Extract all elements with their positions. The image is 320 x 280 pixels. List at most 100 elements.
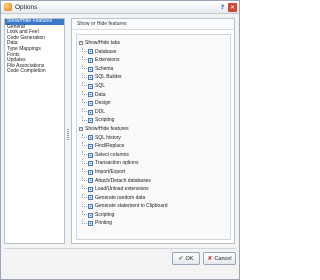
tree-connector-line bbox=[82, 142, 87, 147]
nav-item[interactable]: Code Completion bbox=[5, 69, 64, 75]
ok-button[interactable]: ✔ OK bbox=[172, 252, 200, 265]
feature-checkbox[interactable] bbox=[88, 92, 93, 98]
feature-checkbox[interactable] bbox=[88, 118, 93, 124]
feature-option-row[interactable]: Scripting bbox=[77, 116, 230, 125]
feature-option-label: Database bbox=[95, 48, 117, 55]
feature-option-row[interactable]: Load/Unload extensions bbox=[77, 185, 230, 194]
feature-option-row[interactable]: Data bbox=[77, 90, 230, 100]
features-tree: − Show/Hide tabs Database Extensions Schema S… bbox=[77, 39, 230, 228]
help-button[interactable]: ? bbox=[218, 3, 227, 12]
feature-option-label: SQL history bbox=[95, 134, 121, 141]
feature-checkbox[interactable] bbox=[88, 178, 93, 184]
collapse-toggle-icon[interactable]: − bbox=[79, 127, 83, 132]
tree-connector-line bbox=[82, 81, 87, 87]
feature-option-row[interactable]: Schema bbox=[77, 64, 230, 74]
feature-checkbox[interactable] bbox=[88, 66, 93, 72]
tree-connector-line bbox=[82, 73, 87, 78]
feature-option-label: SQL bbox=[95, 82, 106, 89]
feature-option-row[interactable]: Design bbox=[77, 99, 230, 108]
features-group-box: − Show/Hide tabs Database Extensions Schema S… bbox=[76, 34, 231, 240]
feature-option-row[interactable]: Generate random data bbox=[77, 193, 230, 203]
feature-checkbox[interactable] bbox=[88, 221, 93, 227]
title-bar[interactable]: Options ? ✕ bbox=[1, 1, 239, 14]
tree-connector-line bbox=[82, 210, 87, 216]
feature-option-label: Scripting bbox=[95, 211, 115, 218]
feature-option-label: Generate statement to Clipboard bbox=[95, 203, 168, 210]
feature-option-label: Extensions bbox=[95, 57, 120, 64]
feature-option-row[interactable]: Database bbox=[77, 47, 230, 57]
tree-connector-line bbox=[82, 116, 87, 121]
close-button[interactable]: ✕ bbox=[228, 3, 237, 12]
feature-option-row[interactable]: Find/Replace bbox=[77, 142, 230, 151]
feature-checkbox[interactable] bbox=[88, 143, 93, 149]
tree-connector-line bbox=[82, 47, 87, 52]
feature-option-label: Transaction options bbox=[95, 160, 139, 167]
feature-option-label: Scripting bbox=[95, 117, 115, 124]
tree-group-row[interactable]: − Show/Hide tabs bbox=[77, 39, 230, 48]
feature-option-label: Attach/Detach databases bbox=[95, 177, 151, 184]
feature-option-label: Select columns bbox=[95, 151, 129, 158]
feature-checkbox[interactable] bbox=[88, 57, 93, 63]
tree-group-row[interactable]: − Show/Hide features bbox=[77, 125, 230, 134]
feature-option-row[interactable]: Transaction options bbox=[77, 159, 230, 168]
feature-checkbox[interactable] bbox=[88, 161, 93, 167]
feature-option-label: Design bbox=[95, 100, 111, 107]
tree-connector-line bbox=[82, 56, 87, 61]
feature-option-row[interactable]: DDL bbox=[77, 107, 230, 117]
feature-checkbox[interactable] bbox=[88, 109, 93, 115]
cancel-button[interactable]: ✘ Cancel bbox=[203, 252, 236, 265]
options-window: Options ? ✕ Show/Hide Features General Loo… bbox=[0, 0, 240, 280]
content-header: Show or Hide features bbox=[72, 19, 234, 30]
feature-checkbox[interactable] bbox=[88, 169, 93, 175]
collapse-toggle-icon[interactable]: − bbox=[79, 41, 83, 46]
feature-checkbox[interactable] bbox=[88, 49, 93, 55]
tree-group-label: Show/Hide features bbox=[85, 125, 129, 132]
feature-option-row[interactable]: Printing bbox=[77, 219, 230, 228]
ok-button-label: OK bbox=[185, 256, 194, 262]
feature-option-label: SQL Builder bbox=[95, 74, 122, 81]
tree-connector-line bbox=[82, 159, 87, 164]
feature-option-row[interactable]: Import/Export bbox=[77, 167, 230, 177]
feature-checkbox[interactable] bbox=[88, 212, 93, 218]
feature-checkbox[interactable] bbox=[88, 204, 93, 210]
feature-option-label: DDL bbox=[95, 108, 106, 115]
feature-option-row[interactable]: Extensions bbox=[77, 56, 230, 65]
feature-option-row[interactable]: SQL history bbox=[77, 133, 230, 143]
tree-connector-line bbox=[82, 202, 87, 207]
tree-connector-line bbox=[82, 150, 87, 156]
feature-checkbox[interactable] bbox=[88, 83, 93, 89]
tree-group-label: Show/Hide tabs bbox=[85, 40, 121, 46]
checkmark-icon: ✔ bbox=[178, 255, 184, 262]
feature-option-row[interactable]: SQL bbox=[77, 81, 230, 91]
feature-option-label: Data bbox=[95, 91, 106, 98]
feature-option-row[interactable]: Generate statement to Clipboard bbox=[77, 202, 230, 211]
feature-option-row[interactable]: Attach/Detach databases bbox=[77, 176, 230, 186]
feature-checkbox[interactable] bbox=[88, 186, 93, 192]
feature-checkbox[interactable] bbox=[88, 195, 93, 201]
footer-divider bbox=[4, 248, 236, 249]
feature-checkbox[interactable] bbox=[88, 75, 93, 81]
panel-splitter[interactable] bbox=[67, 129, 69, 140]
tree-connector-line bbox=[82, 133, 87, 138]
cancel-x-icon: ✘ bbox=[207, 255, 213, 262]
tree-connector-line bbox=[82, 107, 87, 113]
tree-connector-line bbox=[82, 176, 87, 181]
options-category-list[interactable]: Show/Hide Features General Look and Feel Co… bbox=[4, 18, 65, 244]
feature-checkbox[interactable] bbox=[88, 152, 93, 158]
window-title: Options bbox=[15, 4, 38, 11]
feature-checkbox[interactable] bbox=[88, 135, 93, 141]
feature-option-row[interactable]: SQL Builder bbox=[77, 73, 230, 82]
feature-option-label: Import/Export bbox=[95, 168, 126, 175]
feature-option-row[interactable]: Scripting bbox=[77, 210, 230, 220]
feature-option-row[interactable]: Select columns bbox=[77, 150, 230, 160]
tree-connector-line bbox=[82, 185, 87, 190]
tree-connector-line bbox=[82, 90, 87, 95]
feature-checkbox[interactable] bbox=[88, 100, 93, 106]
tree-connector-line bbox=[82, 219, 87, 224]
tree-connector-line bbox=[82, 64, 87, 70]
content-panel: Show or Hide features − Show/Hide tabs Dat… bbox=[71, 18, 235, 244]
feature-option-label: Schema bbox=[95, 65, 114, 72]
app-options-icon bbox=[4, 3, 12, 11]
feature-option-label: Generate random data bbox=[95, 194, 146, 201]
feature-option-label: Load/Unload extensions bbox=[95, 186, 149, 193]
